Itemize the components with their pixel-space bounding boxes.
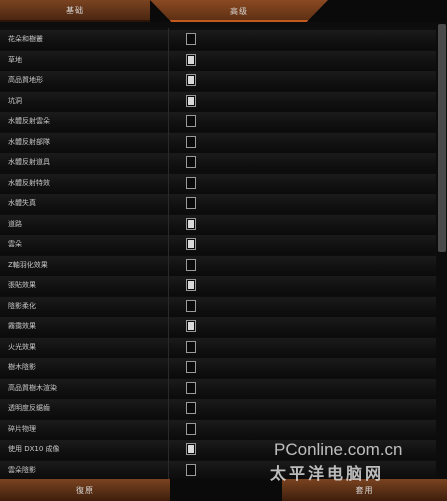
scrollbar-thumb[interactable] (438, 24, 446, 252)
setting-checkbox[interactable] (186, 176, 196, 189)
setting-label: 水體反射部隊 (8, 137, 50, 146)
setting-row: 火光效果 (0, 337, 436, 358)
setting-row: 碎片物理 (0, 419, 436, 440)
setting-row: Z軸羽化效果 (0, 255, 436, 276)
setting-checkbox[interactable] (186, 361, 196, 373)
settings-list: 花朵和樹叢草地高品質地形坑洞水體反射雲朵 水體反射部隊 水體反射道具 水體反射特效 水體… (0, 28, 436, 481)
setting-label: Z軸羽化效果 (8, 260, 48, 269)
setting-label: 霧靄效果 (8, 322, 36, 330)
restore-button[interactable]: 復原 (0, 479, 170, 501)
setting-checkbox[interactable] (186, 115, 196, 127)
tab-bar: 基础 高级 (0, 0, 447, 22)
setting-label: 水體反射雲朵 (8, 117, 50, 125)
setting-row: 張貼效果 (0, 276, 436, 296)
setting-row: 水體反射部隊 (0, 132, 436, 153)
setting-checkbox[interactable] (186, 299, 196, 312)
setting-label: 坑洞 (8, 96, 22, 105)
setting-row: 水體反射特效 (0, 173, 436, 194)
setting-label: 張貼效果 (8, 281, 36, 289)
settings-window: 基础 高级 花朵和樹叢草地高品質地形坑洞水體反射雲朵 水體反射部隊 水體反射道具 水體… (0, 0, 447, 501)
setting-label: 樹木陰影 (8, 363, 36, 371)
setting-checkbox[interactable] (186, 156, 196, 168)
setting-checkbox[interactable] (186, 258, 196, 271)
setting-label: 使用 DX10 成像 (8, 445, 60, 453)
setting-row: 草地 (0, 50, 436, 71)
setting-row: 雲朵陰影 (0, 460, 436, 481)
scrollbar[interactable] (437, 22, 447, 479)
setting-checkbox[interactable] (186, 33, 196, 45)
setting-row: 使用 DX10 成像 (0, 440, 436, 460)
setting-label: 花朵和樹叢 (8, 35, 43, 43)
setting-checkbox[interactable] (186, 279, 196, 291)
setting-row: 花朵和樹叢 (0, 30, 436, 50)
setting-label: 水體反射道具 (8, 158, 50, 166)
setting-checkbox[interactable] (186, 340, 196, 353)
setting-label: 水體反射特效 (8, 178, 50, 187)
setting-checkbox[interactable] (186, 422, 196, 435)
setting-checkbox[interactable] (186, 463, 196, 476)
setting-row: 水體反射雲朵 (0, 112, 436, 132)
setting-label: 火光效果 (8, 342, 36, 351)
setting-row: 高品質樹木渲染 (0, 378, 436, 399)
setting-row: 雲朵 (0, 235, 436, 255)
setting-checkbox[interactable] (186, 238, 196, 250)
setting-row: 霧靄效果 (0, 317, 436, 337)
setting-label: 陰影柔化 (8, 301, 36, 310)
setting-checkbox[interactable] (186, 381, 196, 394)
setting-label: 高品質地形 (8, 76, 43, 84)
setting-checkbox[interactable] (186, 53, 196, 66)
setting-label: 道路 (8, 219, 22, 228)
setting-checkbox[interactable] (186, 74, 196, 86)
setting-checkbox[interactable] (186, 135, 196, 148)
column-divider (168, 28, 169, 479)
setting-checkbox[interactable] (186, 402, 196, 414)
setting-label: 雲朵陰影 (8, 465, 36, 474)
bottom-bar: 復原 套用 (0, 479, 447, 501)
setting-row: 坑洞 (0, 91, 436, 112)
setting-label: 透明度反鋸齒 (8, 404, 50, 412)
setting-label: 高品質樹木渲染 (8, 383, 57, 392)
setting-row: 陰影柔化 (0, 296, 436, 317)
tab-advanced[interactable]: 高级 (150, 0, 328, 22)
setting-label: 水體失真 (8, 199, 36, 207)
apply-button[interactable]: 套用 (282, 479, 447, 501)
setting-row: 道路 (0, 214, 436, 235)
setting-checkbox[interactable] (186, 217, 196, 230)
setting-row: 透明度反鋸齒 (0, 399, 436, 419)
tab-basic[interactable]: 基础 (0, 0, 150, 22)
setting-row: 高品質地形 (0, 71, 436, 91)
setting-label: 雲朵 (8, 240, 22, 248)
setting-label: 碎片物理 (8, 424, 36, 433)
setting-checkbox[interactable] (186, 320, 196, 332)
setting-row: 水體反射道具 (0, 153, 436, 173)
setting-row: 水體失真 (0, 194, 436, 214)
setting-checkbox[interactable] (186, 197, 196, 209)
setting-checkbox[interactable] (186, 443, 196, 455)
setting-checkbox[interactable] (186, 94, 196, 107)
setting-row: 樹木陰影 (0, 358, 436, 378)
setting-label: 草地 (8, 55, 22, 64)
